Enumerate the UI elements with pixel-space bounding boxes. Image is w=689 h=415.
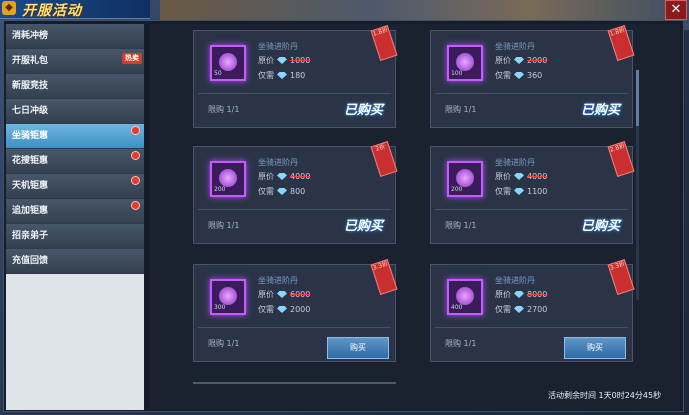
notification-dot [131, 176, 140, 185]
discount-badge: 1.8折 [370, 25, 398, 61]
deal-price: 仅需 2700 [495, 305, 548, 314]
activity-icon: ◆ [2, 1, 16, 15]
purchased-label: 已购买 [343, 219, 383, 234]
original-price: 原价 6000 [258, 290, 311, 299]
sidebar-item-mount-deal[interactable]: 坐骑钜惠 [6, 124, 144, 149]
item-count: 50 [214, 70, 222, 77]
purchase-limit: 限购 1/1 [445, 221, 477, 230]
item-name: 坐骑进阶丹 [258, 42, 298, 51]
purchased-label: 已购买 [580, 103, 620, 118]
deal-price: 仅需 800 [258, 187, 306, 196]
diamond-icon [514, 72, 524, 79]
discount-badge: 2.8折 [607, 141, 635, 177]
diamond-icon [277, 291, 287, 298]
purchase-limit: 限购 1/1 [208, 339, 240, 348]
notification-dot [131, 201, 140, 210]
purchase-limit: 限购 1/1 [208, 221, 240, 230]
divider [198, 327, 391, 328]
buy-button[interactable]: 购买 [564, 337, 626, 359]
original-price: 原价 1000 [258, 56, 311, 65]
deal-card: 200 坐骑进阶丹 原价 4000 仅需 1100 限购 1/1 已购买 2.8折 [430, 141, 635, 244]
discount-badge: 2折 [370, 141, 398, 177]
deal-card: 50 坐骑进阶丹 原价 1000 仅需 180 限购 1/1 已购买 1.8折 [193, 25, 398, 128]
item-count: 300 [214, 304, 226, 311]
diamond-icon [514, 188, 524, 195]
item-count: 200 [451, 186, 463, 193]
deal-price: 仅需 180 [258, 71, 306, 80]
sidebar-item-open-gift[interactable]: 开服礼包 热卖 [6, 49, 144, 74]
divider [435, 209, 628, 210]
sidebar-item-tianji-deal[interactable]: 天机钜惠 [6, 174, 144, 199]
diamond-icon [277, 72, 287, 79]
diamond-icon [277, 57, 287, 64]
deal-price: 仅需 360 [495, 71, 543, 80]
item-count: 100 [451, 70, 463, 77]
notification-dot [131, 151, 140, 160]
deal-price: 仅需 1100 [495, 187, 548, 196]
item-name: 坐骑进阶丹 [258, 158, 298, 167]
divider [435, 327, 628, 328]
divider [193, 382, 396, 384]
original-price: 原价 4000 [258, 172, 311, 181]
sidebar-item-extra-deal[interactable]: 追加钜惠 [6, 199, 144, 224]
scrollbar-thumb[interactable] [636, 70, 639, 126]
diamond-icon [514, 57, 524, 64]
deal-price: 仅需 2000 [258, 305, 311, 314]
original-price: 原价 8000 [495, 290, 548, 299]
purchase-limit: 限购 1/1 [208, 105, 240, 114]
purchase-limit: 限购 1/1 [445, 339, 477, 348]
sidebar-item-new-server-arena[interactable]: 新服竞技 [6, 74, 144, 99]
buy-button[interactable]: 购买 [327, 337, 389, 359]
close-button[interactable]: ✕ [665, 0, 687, 20]
original-price: 原价 4000 [495, 172, 548, 181]
diamond-icon [277, 173, 287, 180]
sidebar-item-consume-rank[interactable]: 消耗冲榜 [6, 24, 144, 49]
diamond-icon [514, 291, 524, 298]
deal-card: 300 坐骑进阶丹 原价 6000 仅需 2000 限购 1/1 购买 3.3折 [193, 259, 398, 362]
divider [435, 93, 628, 94]
deal-card: 100 坐骑进阶丹 原价 2000 仅需 360 限购 1/1 已购买 1.8折 [430, 25, 635, 128]
item-name: 坐骑进阶丹 [495, 158, 535, 167]
purchased-label: 已购买 [343, 103, 383, 118]
hot-tag: 热卖 [122, 53, 142, 64]
deal-card: 200 坐骑进阶丹 原价 4000 仅需 800 限购 1/1 已购买 2折 [193, 141, 398, 244]
divider [198, 209, 391, 210]
sidebar-item-seven-day-level[interactable]: 七日冲级 [6, 99, 144, 124]
activity-timer: 活动剩余时间 1天0时24分45秒 [548, 391, 662, 400]
diamond-icon [277, 188, 287, 195]
item-count: 200 [214, 186, 226, 193]
divider [198, 93, 391, 94]
notification-dot [131, 126, 140, 135]
original-price: 原价 2000 [495, 56, 548, 65]
sidebar: 消耗冲榜 开服礼包 热卖 新服竞技 七日冲级 坐骑钜惠 花搜钜惠 天机钜惠 追加钜… [6, 24, 144, 410]
sidebar-item-recharge-reward[interactable]: 充值回馈 [6, 249, 144, 274]
diamond-icon [514, 306, 524, 313]
sidebar-item-flower-deal[interactable]: 花搜钜惠 [6, 149, 144, 174]
window-title-bar: ◆ 开服活动 [0, 0, 150, 19]
deal-card: 400 坐骑进阶丹 原价 8000 仅需 2700 限购 1/1 购买 3.3折 [430, 259, 635, 362]
item-count: 400 [451, 304, 463, 311]
sidebar-item-recruit-disciple[interactable]: 招亲弟子 [6, 224, 144, 249]
diamond-icon [514, 173, 524, 180]
discount-badge: 1.8折 [607, 25, 635, 61]
item-name: 坐骑进阶丹 [258, 276, 298, 285]
diamond-icon [277, 306, 287, 313]
purchased-label: 已购买 [580, 219, 620, 234]
window-title: 开服活动 [22, 3, 82, 19]
item-name: 坐骑进阶丹 [495, 276, 535, 285]
discount-badge: 3.3折 [607, 259, 635, 295]
purchase-limit: 限购 1/1 [445, 105, 477, 114]
item-name: 坐骑进阶丹 [495, 42, 535, 51]
discount-badge: 3.3折 [370, 259, 398, 295]
